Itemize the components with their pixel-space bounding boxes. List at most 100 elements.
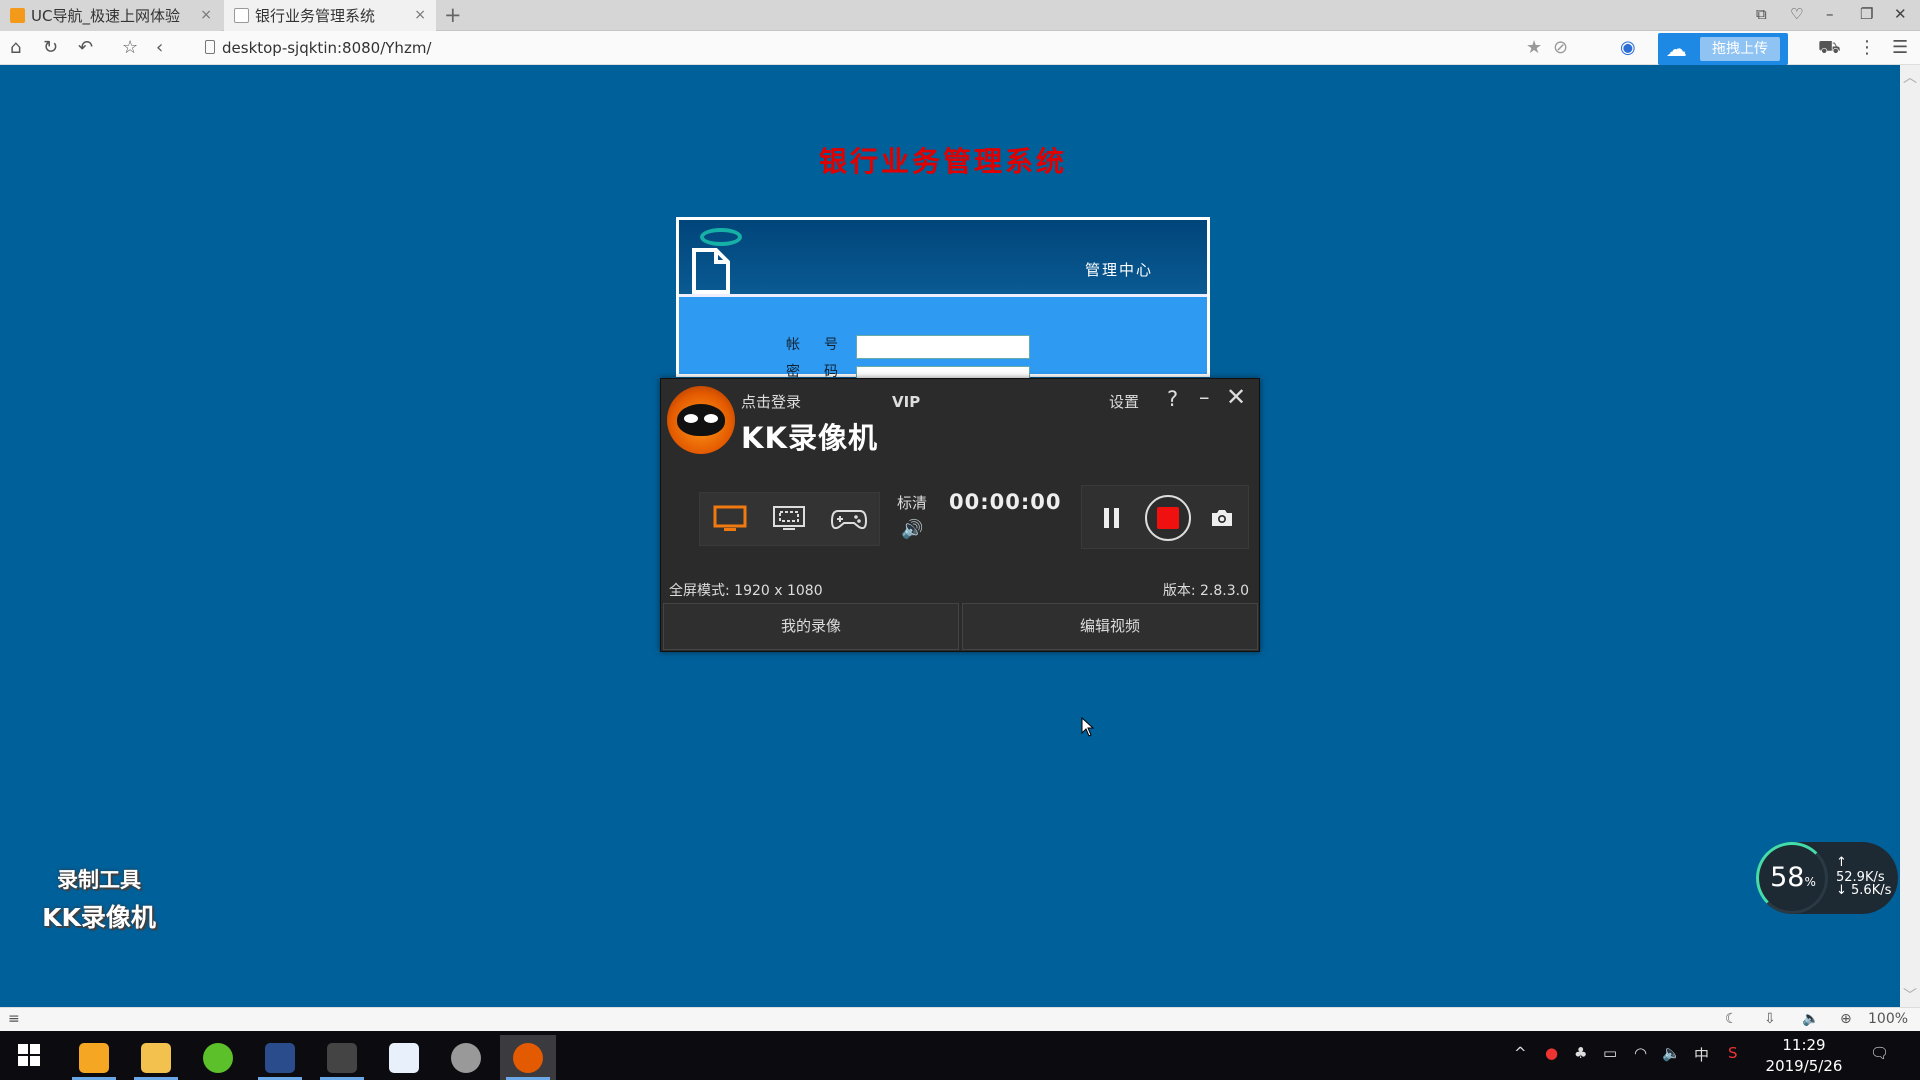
kk-recorder-icon — [513, 1042, 543, 1073]
undo-icon[interactable]: ↶ — [78, 37, 93, 58]
page-info-icon[interactable] — [205, 40, 215, 54]
my-recordings-button[interactable]: 我的录像 — [663, 603, 959, 650]
scroll-up-icon[interactable]: ︿ — [1903, 67, 1917, 87]
tray-recorder-icon[interactable]: ● — [1545, 1044, 1558, 1062]
tab-bank-system[interactable]: 银行业务管理系统 × — [224, 0, 436, 31]
stop-icon — [1157, 507, 1179, 529]
login-link[interactable]: 点击登录 — [741, 391, 801, 412]
favorite-icon[interactable]: ★ — [1526, 37, 1542, 58]
recorder-watermark: 录制工具 KK录像机 — [34, 864, 164, 934]
taskbar-app-explorer[interactable] — [128, 1035, 184, 1080]
resolution-info: 全屏模式: 1920 x 1080 — [669, 583, 823, 599]
ime-indicator[interactable]: 中 — [1694, 1044, 1709, 1065]
taskbar-app-tools[interactable] — [314, 1035, 370, 1080]
page-title: 银行业务管理系统 — [818, 145, 1067, 178]
browser-status-bar: ≡ ☾ ⇩ 🔈 ⊕ 100% — [0, 1007, 1920, 1031]
download-speed: ↓ 5.6K/s — [1836, 883, 1892, 898]
clock-date: 2019/5/26 — [1765, 1057, 1843, 1075]
upload-speed: ↑ 52.9K/s — [1836, 855, 1885, 885]
file-explorer-icon — [141, 1042, 171, 1073]
login-panel: 管理中心 帐号: 密码: — [676, 217, 1210, 380]
mute-icon[interactable]: 🔈 — [1802, 1011, 1819, 1027]
memory-percent: 58% — [1770, 862, 1816, 893]
game-mode-icon[interactable] — [830, 503, 868, 535]
quality-selector[interactable]: 标清 — [897, 492, 927, 513]
bookmark-star-icon[interactable]: ☆ — [122, 37, 138, 58]
mode-selector — [699, 492, 880, 546]
notification-icon[interactable]: 🗨 — [1870, 1044, 1889, 1062]
close-window-icon[interactable]: ✕ — [1894, 5, 1907, 23]
document-icon — [692, 248, 730, 294]
network-speed-widget[interactable]: 58% ↑ 52.9K/s ↓ 5.6K/s — [1756, 842, 1898, 914]
ide-icon — [265, 1042, 295, 1073]
reader-icon[interactable]: ⊘ — [1553, 37, 1568, 58]
uc-favicon-icon — [10, 8, 25, 23]
tile-icon[interactable]: ⧉ — [1756, 5, 1767, 23]
tab-close-icon[interactable]: × — [200, 7, 212, 23]
minimize-window-icon[interactable]: – — [1826, 5, 1834, 23]
help-icon[interactable]: ? — [1167, 387, 1178, 411]
system-clock[interactable]: 11:29 2019/5/26 — [1760, 1035, 1848, 1077]
new-tab-button[interactable]: + — [444, 3, 462, 27]
version-info: 版本: 2.8.3.0 — [1162, 583, 1249, 599]
zoom-level[interactable]: 100% — [1868, 1011, 1908, 1027]
sidebar-toggle-icon[interactable]: ≡ — [8, 1011, 20, 1027]
tray-expand-icon[interactable]: ^ — [1514, 1044, 1527, 1062]
night-mode-icon[interactable]: ☾ — [1725, 1011, 1738, 1027]
tab-label: UC导航_极速上网体验 — [31, 7, 180, 25]
tools-icon — [327, 1042, 357, 1073]
windows-start-icon[interactable] — [18, 1044, 42, 1066]
mouse-cursor-icon — [1081, 717, 1095, 737]
battery-icon[interactable]: ▭ — [1603, 1044, 1617, 1062]
vip-badge[interactable]: VIP — [892, 393, 920, 411]
address-bar: ⌂ ↻ ↶ ☆ ‹ desktop-sjqktin:8080/Yhzm/ ★ ⊘… — [0, 31, 1920, 65]
taskbar-app-kk[interactable] — [500, 1035, 556, 1080]
region-mode-icon[interactable] — [770, 503, 808, 535]
fullscreen-mode-icon[interactable] — [711, 503, 749, 535]
taskbar-app-globe[interactable] — [438, 1035, 494, 1080]
wifi-icon[interactable]: ◠ — [1634, 1044, 1647, 1062]
download-icon[interactable]: ⇩ — [1764, 1011, 1776, 1027]
vertical-scrollbar[interactable]: ︿ ﹀ — [1900, 65, 1920, 1007]
tab-label: 银行业务管理系统 — [255, 7, 376, 25]
more-icon[interactable]: ⋮ — [1858, 37, 1876, 58]
restore-window-icon[interactable]: ❐ — [1860, 5, 1873, 23]
cloud-drive-icon — [389, 1042, 419, 1073]
user-icon[interactable]: ◉ — [1620, 37, 1636, 58]
cart-icon[interactable]: ⛟ — [1818, 37, 1841, 61]
home-icon[interactable]: ⌂ — [10, 37, 21, 58]
uc-browser-icon — [79, 1042, 109, 1073]
menu-icon[interactable]: ☰ — [1892, 37, 1908, 58]
speaker-icon[interactable]: 🔈 — [1662, 1044, 1681, 1062]
sogou-ime-icon[interactable]: S — [1728, 1044, 1738, 1062]
upload-button[interactable]: ☁ 拖拽上传 — [1658, 33, 1788, 65]
taskbar-app-uc[interactable] — [66, 1035, 122, 1080]
page-favicon-icon — [234, 8, 249, 23]
windows-taskbar: ^ ● ♣ ▭ ◠ 🔈 中 S 11:29 2019/5/26 🗨 — [0, 1031, 1920, 1080]
pause-icon[interactable] — [1104, 508, 1120, 528]
minimize-icon[interactable]: – — [1199, 385, 1210, 409]
account-input[interactable] — [856, 335, 1030, 359]
zoom-icon[interactable]: ⊕ — [1840, 1011, 1852, 1027]
taskbar-app-cloud[interactable] — [376, 1035, 432, 1080]
green-app-icon — [203, 1042, 233, 1073]
tab-close-icon[interactable]: × — [414, 7, 426, 23]
taskbar-app-eclipse[interactable] — [252, 1035, 308, 1080]
volume-icon[interactable]: 🔊 — [901, 519, 923, 540]
scroll-down-icon[interactable]: ﹀ — [1903, 985, 1917, 1005]
cloud-icon: ☁ — [1666, 37, 1687, 61]
clock-time: 11:29 — [1782, 1036, 1826, 1054]
edit-video-button[interactable]: 编辑视频 — [962, 603, 1258, 650]
settings-button[interactable]: 设置 — [1109, 391, 1139, 412]
refresh-icon[interactable]: ↻ — [43, 37, 58, 58]
skin-icon[interactable]: ♡ — [1790, 5, 1803, 23]
raccoon-logo-icon[interactable] — [667, 386, 735, 454]
taskbar-app-green[interactable] — [190, 1035, 246, 1080]
record-stop-button[interactable] — [1145, 495, 1191, 541]
screenshot-camera-icon[interactable] — [1210, 506, 1234, 530]
close-icon[interactable]: ✕ — [1226, 383, 1246, 411]
tray-pet-icon[interactable]: ♣ — [1574, 1044, 1587, 1062]
url-text[interactable]: desktop-sjqktin:8080/Yhzm/ — [222, 39, 431, 57]
tab-uc-nav[interactable]: UC导航_极速上网体验 × — [0, 0, 222, 31]
back-icon[interactable]: ‹ — [156, 37, 163, 58]
